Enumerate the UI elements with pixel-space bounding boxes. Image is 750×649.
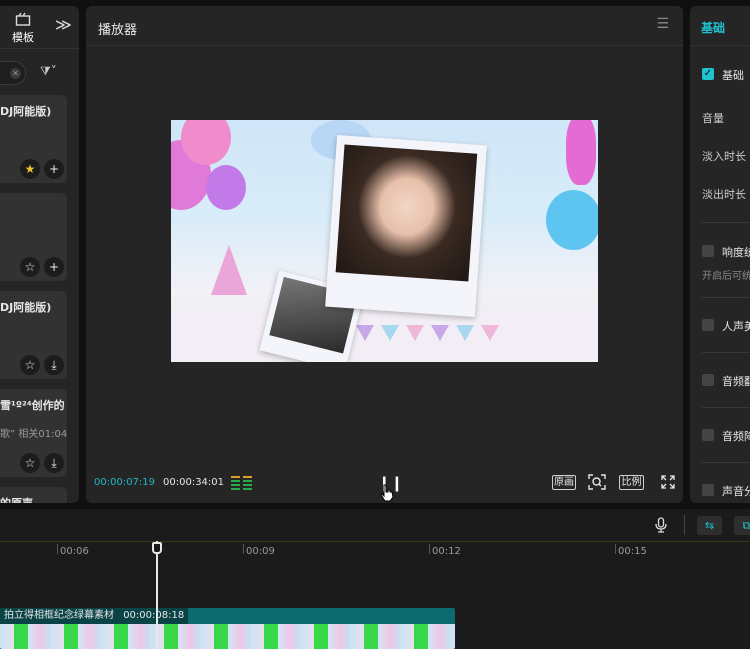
item-subtitle: 歌” 相关01:04 xyxy=(0,429,68,440)
add-icon[interactable]: + xyxy=(44,257,64,277)
loudness-hint: 开启后可统 xyxy=(702,271,750,282)
add-icon[interactable]: + xyxy=(44,159,64,179)
template-icon xyxy=(15,12,31,26)
bunting xyxy=(381,325,399,341)
basic-checkbox[interactable]: ✓ xyxy=(702,68,714,80)
download-icon[interactable]: ⤓ xyxy=(44,355,64,375)
divider xyxy=(86,45,683,46)
list-item[interactable]: 雪¹º²⁴创作的 歌” 相关01:04 ☆ ⤓ xyxy=(0,389,67,477)
list-item[interactable]: 的原声 xyxy=(0,487,67,503)
player-panel: 播放器 ☰ 00:00:07:19 00:00:34:01 ❙❙ 原画 比例 xyxy=(86,6,683,503)
balloon xyxy=(566,120,596,185)
left-panel: 模板 ≫ ✕ ⧩˅ DJ阿能版) ★ + ☆ + DJ阿能版) ☆ ⤓ 雪¹º²… xyxy=(0,6,79,503)
noise-reduction-label: 音频降 xyxy=(722,430,750,443)
divider xyxy=(702,222,750,223)
party-hat xyxy=(211,245,247,295)
item-title: 雪¹º²⁴创作的 xyxy=(0,399,65,412)
loudness-checkbox[interactable] xyxy=(702,245,714,257)
video-clip[interactable]: 拍立得相框纪念绿幕素材 00:00:08:18 xyxy=(0,608,455,649)
search-input[interactable]: ✕ xyxy=(0,61,26,85)
clip-duration: 00:00:08:18 xyxy=(123,610,185,621)
divider xyxy=(702,462,750,463)
tab-basic[interactable]: 基础 xyxy=(701,19,725,36)
bunting xyxy=(356,325,374,341)
favorite-icon[interactable]: ★ xyxy=(20,159,40,179)
star-icon[interactable]: ☆ xyxy=(20,355,40,375)
list-item[interactable]: DJ阿能版) ☆ ⤓ xyxy=(0,291,67,379)
zoom-icon[interactable] xyxy=(588,474,606,490)
balloon xyxy=(206,165,246,210)
link-clips-button[interactable]: ⇆ xyxy=(697,516,722,535)
bunting xyxy=(481,325,499,341)
ratio-button[interactable]: 比例 xyxy=(619,475,644,490)
divider xyxy=(684,515,685,535)
clip-caption: 拍立得相框纪念绿幕素材 00:00:08:18 xyxy=(0,608,189,624)
ruler-label: 00:09 xyxy=(246,546,275,557)
divider xyxy=(702,352,750,353)
clip-name: 拍立得相框纪念绿幕素材 xyxy=(4,610,114,621)
sound-separation-label: 声音分 xyxy=(722,485,750,498)
current-time: 00:00:07:19 xyxy=(94,477,156,488)
properties-panel: 基础 ✓ 基础 音量 淡入时长 淡出时长 响度统 开启后可统 人声美 音频翻 音… xyxy=(690,6,750,503)
divider xyxy=(690,45,750,46)
portrait-photo xyxy=(335,144,478,282)
item-title: 的原声 xyxy=(0,495,33,503)
microphone-icon[interactable] xyxy=(655,517,667,533)
divider xyxy=(0,48,79,49)
noise-reduction-checkbox[interactable] xyxy=(702,429,714,441)
star-icon[interactable]: ☆ xyxy=(20,257,40,277)
fade-in-label: 淡入时长 xyxy=(702,150,746,163)
ruler-label: 00:15 xyxy=(618,546,647,557)
star-icon[interactable]: ☆ xyxy=(20,453,40,473)
audio-translate-label: 音频翻 xyxy=(722,375,750,388)
fade-out-label: 淡出时长 xyxy=(702,188,746,201)
photo-frame-front xyxy=(325,134,487,318)
download-icon[interactable]: ⤓ xyxy=(44,453,64,473)
double-chevron-right-icon[interactable]: ≫ xyxy=(55,15,72,34)
audio-meter-icon xyxy=(231,476,252,490)
sound-separation-checkbox[interactable] xyxy=(702,484,714,496)
ruler-tick xyxy=(243,544,244,554)
item-title: DJ阿能版) xyxy=(0,105,52,118)
divider xyxy=(702,407,750,408)
voice-label: 人声美 xyxy=(722,320,750,333)
playhead[interactable] xyxy=(156,541,158,649)
cursor-hand-icon xyxy=(380,484,394,502)
divider xyxy=(702,297,750,298)
basic-label: 基础 xyxy=(722,69,744,82)
total-time: 00:00:34:01 xyxy=(163,477,225,488)
list-item[interactable]: DJ阿能版) ★ + xyxy=(0,95,67,183)
clip-thumbnails xyxy=(0,624,455,649)
item-title: DJ阿能版) xyxy=(0,301,52,314)
bunting xyxy=(406,325,424,341)
timeline-toolbar: ⇆ ⧉ xyxy=(0,509,750,541)
ruler-tick xyxy=(429,544,430,554)
playhead-handle[interactable] xyxy=(152,542,162,554)
volume-label: 音量 xyxy=(702,112,724,125)
menu-icon[interactable]: ☰ xyxy=(656,16,669,32)
audio-translate-checkbox[interactable] xyxy=(702,374,714,386)
timeline-ruler[interactable]: 00:06 00:09 00:12 00:15 xyxy=(0,541,750,561)
ruler-tick xyxy=(615,544,616,554)
fullscreen-icon[interactable] xyxy=(661,475,675,489)
original-button[interactable]: 原画 xyxy=(552,475,576,490)
loudness-label: 响度统 xyxy=(722,246,750,259)
bunting xyxy=(431,325,449,341)
templates-tab[interactable]: 模板 xyxy=(0,6,45,44)
clear-icon[interactable]: ✕ xyxy=(10,68,21,79)
filter-icon[interactable]: ⧩˅ xyxy=(40,64,57,79)
ruler-label: 00:06 xyxy=(60,546,89,557)
templates-tab-label: 模板 xyxy=(12,31,34,44)
balloon xyxy=(546,190,598,250)
voice-checkbox[interactable] xyxy=(702,319,714,331)
ruler-tick xyxy=(57,544,58,554)
video-preview[interactable] xyxy=(171,120,598,362)
snap-button[interactable]: ⧉ xyxy=(734,516,750,535)
ruler-label: 00:12 xyxy=(432,546,461,557)
bunting xyxy=(456,325,474,341)
player-title: 播放器 xyxy=(98,23,138,38)
list-item[interactable]: ☆ + xyxy=(0,193,67,281)
